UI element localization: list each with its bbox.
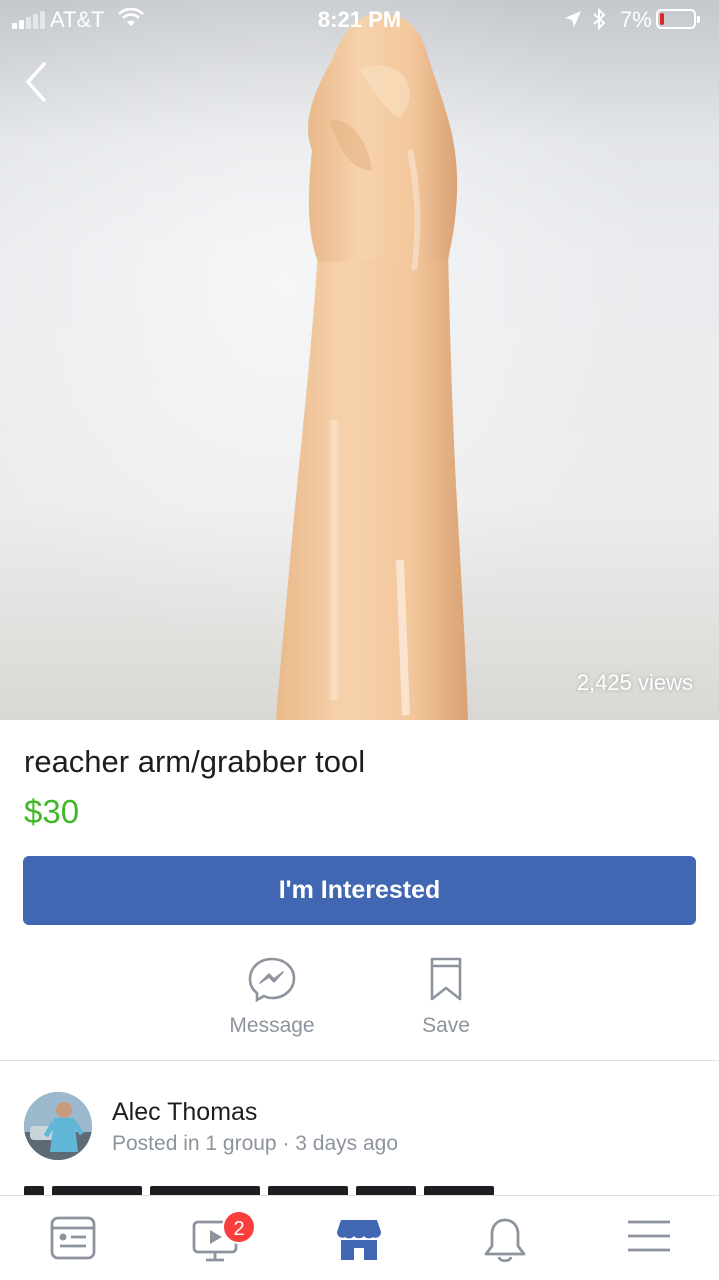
avatar-photo: [24, 1092, 92, 1160]
marketplace-icon: [337, 1220, 381, 1260]
message-button[interactable]: Message: [212, 956, 332, 1038]
view-count: 2,425 views: [576, 670, 693, 695]
seller-avatar[interactable]: [24, 1092, 92, 1160]
listing-price: $30: [24, 793, 80, 830]
section-divider: [0, 1060, 719, 1061]
video-notification-badge: 2: [222, 1210, 256, 1244]
status-bar: AT&T 8:21 PM 7%: [0, 0, 719, 40]
news-feed-icon: [50, 1216, 96, 1260]
bookmark-icon: [430, 957, 462, 1001]
tab-notifications[interactable]: [474, 1214, 534, 1266]
bluetooth-icon: [593, 7, 606, 31]
save-label: Save: [422, 1014, 470, 1037]
menu-icon: [628, 1220, 670, 1252]
back-chevron-icon[interactable]: [18, 58, 58, 106]
interested-button[interactable]: I'm Interested: [23, 856, 696, 925]
location-arrow-icon: [565, 11, 581, 27]
listing-photo[interactable]: AT&T 8:21 PM 7% 2,425 views: [0, 0, 719, 720]
product-photo-graphic: [276, 13, 468, 720]
battery-icon: [656, 9, 700, 29]
bottom-tab-bar: 2: [0, 1195, 719, 1280]
clock: 8:21 PM: [317, 7, 402, 32]
tab-menu[interactable]: [618, 1214, 678, 1266]
messenger-icon: [248, 957, 296, 1002]
seller-name[interactable]: Alec Thomas: [112, 1098, 257, 1127]
tab-video[interactable]: 2: [184, 1210, 256, 1266]
battery-percent: 7%: [620, 7, 652, 32]
battery-level: [660, 13, 664, 25]
tab-news-feed[interactable]: [42, 1214, 102, 1266]
bell-icon: [484, 1218, 526, 1263]
save-button[interactable]: Save: [386, 956, 506, 1038]
message-label: Message: [229, 1014, 315, 1037]
tab-marketplace[interactable]: [327, 1214, 387, 1266]
post-meta: Posted in 1 group · 3 days ago: [112, 1132, 399, 1155]
listing-title: reacher arm/grabber tool: [24, 744, 366, 779]
